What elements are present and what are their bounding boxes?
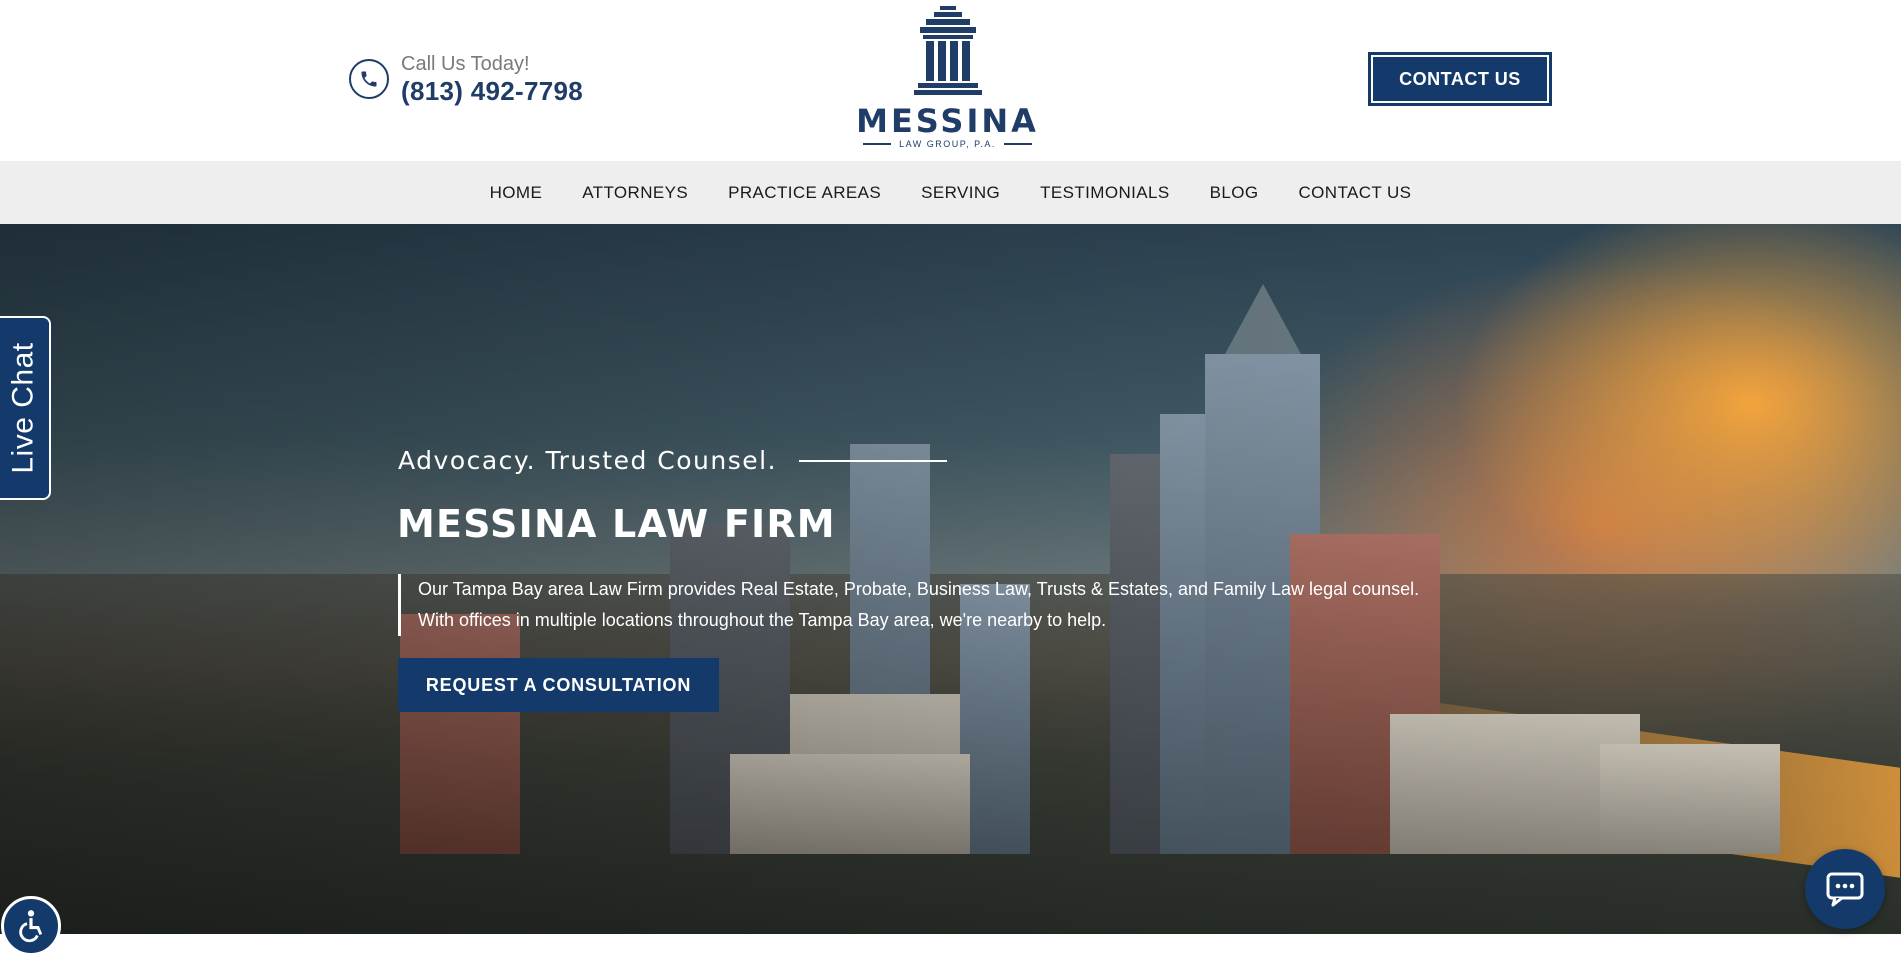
nav-item-practice-areas[interactable]: PRACTICE AREAS — [728, 183, 881, 203]
accessibility-button[interactable] — [1, 896, 61, 956]
phone-icon — [349, 59, 389, 99]
nav-item-serving[interactable]: SERVING — [921, 183, 1000, 203]
nav-item-blog[interactable]: BLOG — [1210, 183, 1259, 203]
hero-section: Advocacy. Trusted Counsel. MESSINA LAW F… — [0, 224, 1901, 934]
live-chat-tab[interactable]: Live Chat — [0, 316, 51, 500]
tagline-divider — [799, 459, 948, 462]
site-header: Call Us Today! (813) 492-7798 MESSINA LA… — [0, 0, 1901, 161]
chat-icon — [1826, 872, 1864, 907]
nav-item-contact-us[interactable]: CONTACT US — [1298, 183, 1411, 203]
logo-subtitle: LAW GROUP, P.A. — [899, 139, 996, 149]
hero-desc-line-2: With offices in multiple locations throu… — [418, 610, 1107, 630]
hero-desc-line-1: Our Tampa Bay area Law Firm provides Rea… — [418, 579, 1420, 599]
nav-item-home[interactable]: HOME — [490, 183, 543, 203]
live-chat-label: Live Chat — [6, 342, 40, 474]
main-nav: HOME ATTORNEYS PRACTICE AREAS SERVING TE… — [0, 161, 1901, 224]
hero-description: Our Tampa Bay area Law Firm provides Rea… — [398, 574, 1419, 636]
call-label: Call Us Today! — [401, 53, 530, 75]
site-logo[interactable]: MESSINA LAW GROUP, P.A. — [855, 4, 1040, 154]
hero-tagline: Advocacy. Trusted Counsel. — [398, 446, 778, 475]
phone-number[interactable]: (813) 492-7798 — [401, 76, 583, 106]
wheelchair-icon — [19, 910, 43, 943]
nav-item-testimonials[interactable]: TESTIMONIALS — [1040, 183, 1170, 203]
nav-item-attorneys[interactable]: ATTORNEYS — [582, 183, 688, 203]
hero-title: MESSINA LAW FIRM — [397, 502, 836, 546]
logo-name: MESSINA — [856, 102, 1039, 140]
call-us[interactable]: Call Us Today! (813) 492-7798 — [349, 52, 583, 106]
request-consultation-button[interactable]: REQUEST A CONSULTATION — [398, 658, 719, 712]
contact-us-button[interactable]: CONTACT US — [1368, 52, 1552, 106]
chat-widget-button[interactable] — [1805, 849, 1885, 929]
pillar-logo-icon — [913, 6, 982, 95]
